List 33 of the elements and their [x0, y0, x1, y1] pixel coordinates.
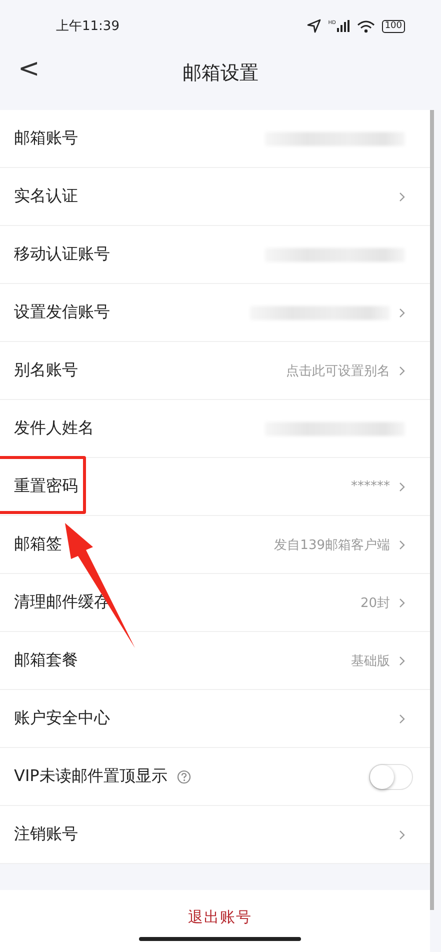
row-value: 基础版	[351, 652, 390, 670]
settings-row[interactable]: 重置密码 ******	[0, 458, 430, 516]
logout-button[interactable]: 退出账号	[180, 904, 260, 931]
row-label: 重置密码	[14, 476, 78, 497]
row-label: 注销账号	[14, 824, 78, 845]
row-label: 邮箱套餐	[14, 650, 78, 671]
row-label: 邮箱账号	[14, 128, 78, 149]
row-label: 实名认证	[14, 186, 78, 207]
wifi-icon	[356, 20, 375, 32]
battery-icon: 100	[382, 20, 405, 32]
row-label: 账户安全中心	[14, 708, 110, 729]
settings-row[interactable]: 移动认证账号	[0, 226, 430, 284]
status-time: 上午11:39	[56, 18, 120, 35]
page-title: 邮箱设置	[182, 61, 258, 86]
row-label: VIP未读邮件置顶显示	[14, 766, 168, 787]
toggle-switch[interactable]	[369, 764, 413, 790]
row-label: 别名账号	[14, 360, 78, 381]
settings-row[interactable]: 设置发信账号	[0, 284, 430, 342]
row-label: 移动认证账号	[14, 244, 110, 265]
row-label: 邮箱签	[14, 534, 62, 555]
row-label: 设置发信账号	[14, 302, 110, 323]
row-value: 点击此可设置别名	[286, 362, 390, 380]
settings-row[interactable]: 邮箱账号	[0, 110, 430, 168]
signal-icon	[336, 20, 350, 32]
row-value: ******	[351, 479, 390, 494]
settings-row[interactable]: 发件人姓名	[0, 400, 430, 458]
row-value: 20封	[360, 594, 390, 612]
location-icon	[307, 19, 322, 33]
help-icon[interactable]	[177, 770, 192, 784]
settings-row[interactable]: VIP未读邮件置顶显示	[0, 748, 430, 806]
row-value: 发自139邮箱客户端	[274, 536, 390, 554]
back-button[interactable]: <	[12, 52, 46, 86]
row-label: 发件人姓名	[14, 418, 94, 439]
